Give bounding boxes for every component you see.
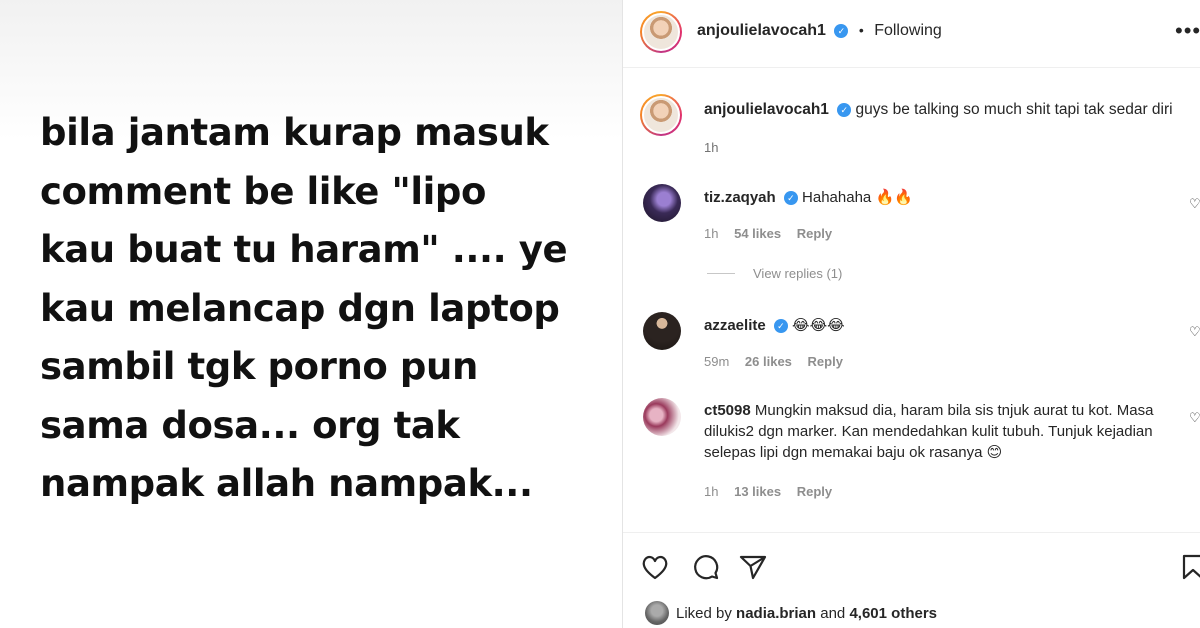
following-button[interactable]: Following bbox=[874, 22, 942, 39]
comment-meta: 1h 13 likes Reply bbox=[704, 484, 844, 499]
story-text: bila jantam kurap masuk comment be like … bbox=[40, 104, 600, 514]
story-line: kau buat tu haram" .... ye bbox=[40, 228, 568, 271]
comment-like-heart-icon[interactable]: ♡ bbox=[1189, 196, 1200, 212]
comment-like-heart-icon[interactable]: ♡ bbox=[1189, 324, 1200, 340]
view-replies-button[interactable]: View replies (1) bbox=[707, 266, 842, 281]
caption-avatar[interactable] bbox=[640, 94, 682, 136]
comment-text: Mungkin maksud dia, haram bila sis tnjuk… bbox=[704, 402, 1154, 461]
comment-like-heart-icon[interactable]: ♡ bbox=[1189, 410, 1200, 426]
separator-dot: • bbox=[858, 22, 864, 38]
commenter-avatar[interactable] bbox=[643, 312, 681, 350]
liked-by-avatar[interactable] bbox=[645, 601, 669, 625]
liked-by-and: and bbox=[820, 605, 846, 622]
comment-meta: 1h 54 likes Reply bbox=[704, 226, 844, 241]
comment-username[interactable]: tiz.zaqyah bbox=[704, 189, 776, 206]
view-replies-label: View replies (1) bbox=[753, 266, 843, 281]
comment-likes[interactable]: 54 likes bbox=[734, 226, 781, 241]
share-send-icon[interactable] bbox=[738, 552, 768, 582]
reply-button[interactable]: Reply bbox=[797, 484, 832, 499]
comment-text: Hahahaha bbox=[802, 189, 872, 206]
action-divider bbox=[623, 532, 1200, 533]
commenter-avatar[interactable] bbox=[643, 184, 681, 222]
save-bookmark-icon[interactable] bbox=[1178, 552, 1200, 582]
caption-text: guys be talking so much shit tapi tak se… bbox=[855, 101, 1173, 118]
comment-meta: 59m 26 likes Reply bbox=[704, 354, 855, 369]
comment-bubble-icon[interactable] bbox=[691, 552, 721, 582]
liked-by-prefix: Liked by bbox=[676, 605, 732, 622]
caption: anjoulielavocah1 ✓ guys be talking so mu… bbox=[704, 101, 1173, 119]
more-options-icon[interactable]: ••• bbox=[1175, 18, 1200, 44]
story-text-panel: bila jantam kurap masuk comment be like … bbox=[0, 0, 622, 628]
reply-button[interactable]: Reply bbox=[808, 354, 843, 369]
liked-by-user[interactable]: nadia.brian bbox=[736, 605, 816, 622]
laughing-emoji-icon: 😂😂😂 bbox=[792, 316, 845, 334]
story-line: sama dosa... org tak bbox=[40, 403, 460, 447]
author-info: anjoulielavocah1 ✓ • Following bbox=[697, 22, 942, 40]
story-line: comment be like "lipo bbox=[40, 169, 487, 213]
smile-emoji-icon: 😊 bbox=[986, 443, 1003, 461]
comment-likes[interactable]: 13 likes bbox=[734, 484, 781, 499]
comment: azzaelite ✓ 😂😂😂 bbox=[704, 315, 845, 336]
author-avatar[interactable] bbox=[640, 11, 682, 53]
liked-by-others[interactable]: 4,601 others bbox=[849, 605, 937, 622]
comment-time: 1h bbox=[704, 226, 719, 241]
comment: ct5098 Mungkin maksud dia, haram bila si… bbox=[704, 400, 1200, 463]
story-line: bila jantam kurap masuk bbox=[40, 111, 549, 154]
instagram-post-panel: anjoulielavocah1 ✓ • Following ••• anjou… bbox=[623, 0, 1200, 628]
like-heart-icon[interactable] bbox=[640, 552, 670, 582]
comment: tiz.zaqyah ✓ Hahahaha 🔥🔥 bbox=[704, 187, 913, 208]
caption-time: 1h bbox=[704, 140, 719, 155]
post-header: anjoulielavocah1 ✓ • Following ••• bbox=[623, 0, 1200, 68]
commenter-avatar[interactable] bbox=[643, 398, 681, 436]
verified-badge-icon: ✓ bbox=[773, 319, 788, 333]
story-line: sambil tgk porno pun bbox=[40, 345, 478, 388]
verified-badge-icon: ✓ bbox=[783, 191, 798, 205]
verified-badge-icon: ✓ bbox=[834, 24, 849, 38]
fire-emoji-icon: 🔥🔥 bbox=[875, 188, 913, 206]
story-line: nampak allah nampak... bbox=[40, 462, 533, 505]
story-line: kau melancap dgn laptop bbox=[40, 286, 560, 330]
comment-username[interactable]: azzaelite bbox=[704, 317, 766, 334]
comment-time: 59m bbox=[704, 354, 730, 369]
author-username[interactable]: anjoulielavocah1 bbox=[697, 22, 826, 39]
comment-username[interactable]: ct5098 bbox=[704, 402, 751, 419]
reply-button[interactable]: Reply bbox=[797, 226, 832, 241]
verified-badge-icon: ✓ bbox=[837, 103, 852, 117]
liked-by-text: Liked by nadia.brian and 4,601 others bbox=[676, 605, 937, 622]
comment-time: 1h bbox=[704, 484, 719, 499]
caption-username[interactable]: anjoulielavocah1 bbox=[704, 101, 829, 118]
comment-likes[interactable]: 26 likes bbox=[745, 354, 792, 369]
replies-rule bbox=[707, 273, 735, 274]
